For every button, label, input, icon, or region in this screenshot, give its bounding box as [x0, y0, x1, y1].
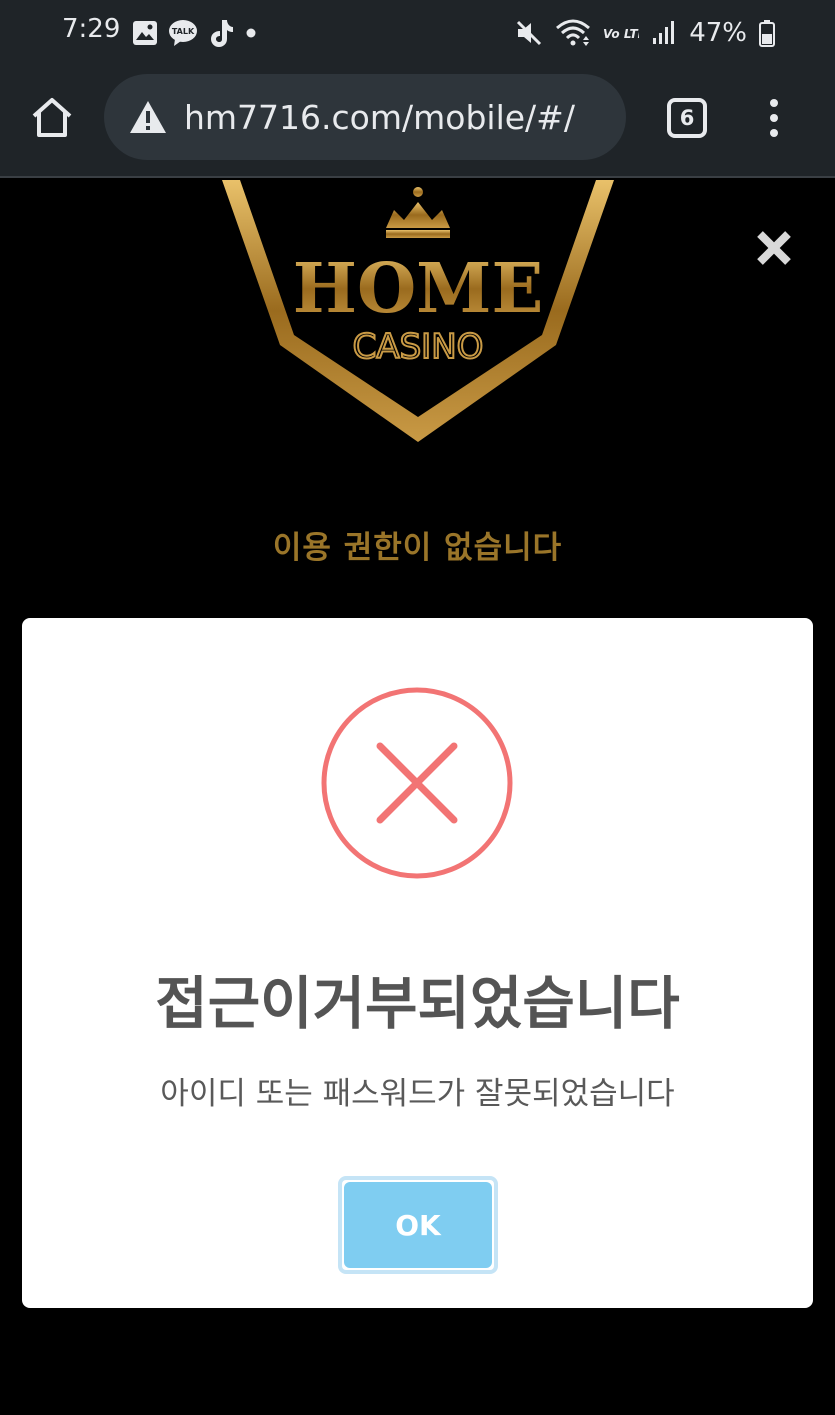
dialog-title: 접근이거부되었습니다	[155, 971, 680, 1037]
error-dialog: 접근이거부되었습니다 아이디 또는 패스워드가 잘못되었습니다 OK	[22, 618, 813, 1308]
home-casino-logo: HOME CASINO	[222, 180, 614, 442]
dot-icon	[246, 28, 256, 38]
kakaotalk-icon: TALK	[169, 20, 197, 46]
signal-icon	[653, 21, 675, 44]
tab-switcher-button[interactable]: 6	[667, 98, 707, 138]
address-bar[interactable]: hm7716.com/mobile/#/	[104, 74, 626, 160]
more-menu-icon[interactable]	[762, 98, 786, 138]
logo-text-home: HOME	[293, 249, 544, 329]
notification-icons: TALK	[132, 18, 258, 48]
page-content: HOME CASINO 이용 권한이 없습니다 접근이거부되었습니다 아이디 또…	[0, 180, 835, 1415]
logo-text-casino: CASINO	[353, 327, 484, 367]
error-x-icon	[321, 687, 513, 879]
no-permission-text: 이용 권한이 없습니다	[272, 530, 563, 566]
dialog-message: 아이디 또는 패스워드가 잘못되었습니다	[160, 1076, 675, 1112]
warning-icon[interactable]	[128, 99, 168, 135]
system-icons: Vo LTE 47%	[515, 16, 775, 50]
crown-icon	[386, 187, 450, 238]
ok-button[interactable]: OK	[344, 1182, 492, 1268]
status-time: 7:29	[62, 14, 121, 44]
browser-toolbar: hm7716.com/mobile/#/ 6	[0, 66, 835, 178]
volte-label: Vo LTE	[603, 27, 639, 41]
mute-icon	[517, 20, 542, 46]
status-bar: 7:29 TALK Vo LT 47%	[0, 0, 835, 66]
tiktok-icon	[211, 20, 233, 47]
gallery-icon	[133, 21, 157, 45]
volte-icon: Vo LTE	[603, 27, 639, 41]
close-icon[interactable]	[752, 226, 796, 270]
url-text[interactable]: hm7716.com/mobile/#/	[184, 98, 575, 137]
home-icon[interactable]	[28, 94, 76, 142]
battery-icon	[759, 20, 775, 47]
wifi-icon	[556, 19, 591, 46]
kakao-label: TALK	[172, 27, 195, 36]
battery-percent: 47%	[689, 18, 747, 48]
